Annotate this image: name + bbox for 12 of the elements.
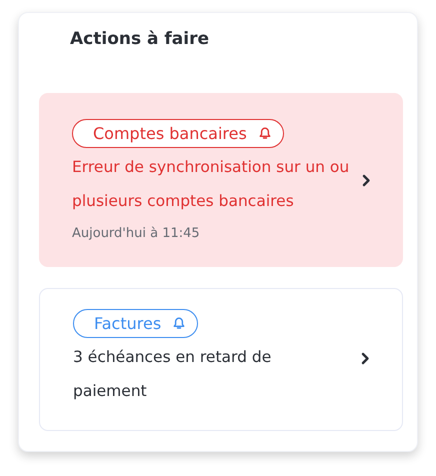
bell-icon bbox=[173, 317, 186, 330]
action-message: Erreur de synchronisation sur un ou plusieurs comptes bancaires bbox=[72, 157, 350, 212]
tag-label: Factures bbox=[94, 314, 162, 333]
chevron-right-icon bbox=[361, 352, 370, 365]
panel-title: Actions à faire bbox=[69, 29, 210, 51]
action-message: 3 échéances en retard de paiement bbox=[73, 347, 272, 402]
timestamp: Aujourd'hui à 11:45 bbox=[72, 226, 201, 241]
bell-icon bbox=[258, 127, 271, 140]
action-card[interactable]: Comptes bancaires Erreur de synchronisation sur un ou plusieurs comptes bancaires Aujourd'hui à 11:45 bbox=[39, 93, 403, 267]
chevron-right-icon bbox=[362, 174, 371, 186]
action-card[interactable]: Factures 3 échéances en retard de paiement bbox=[39, 288, 403, 431]
tag-label: Comptes bancaires bbox=[93, 124, 247, 143]
